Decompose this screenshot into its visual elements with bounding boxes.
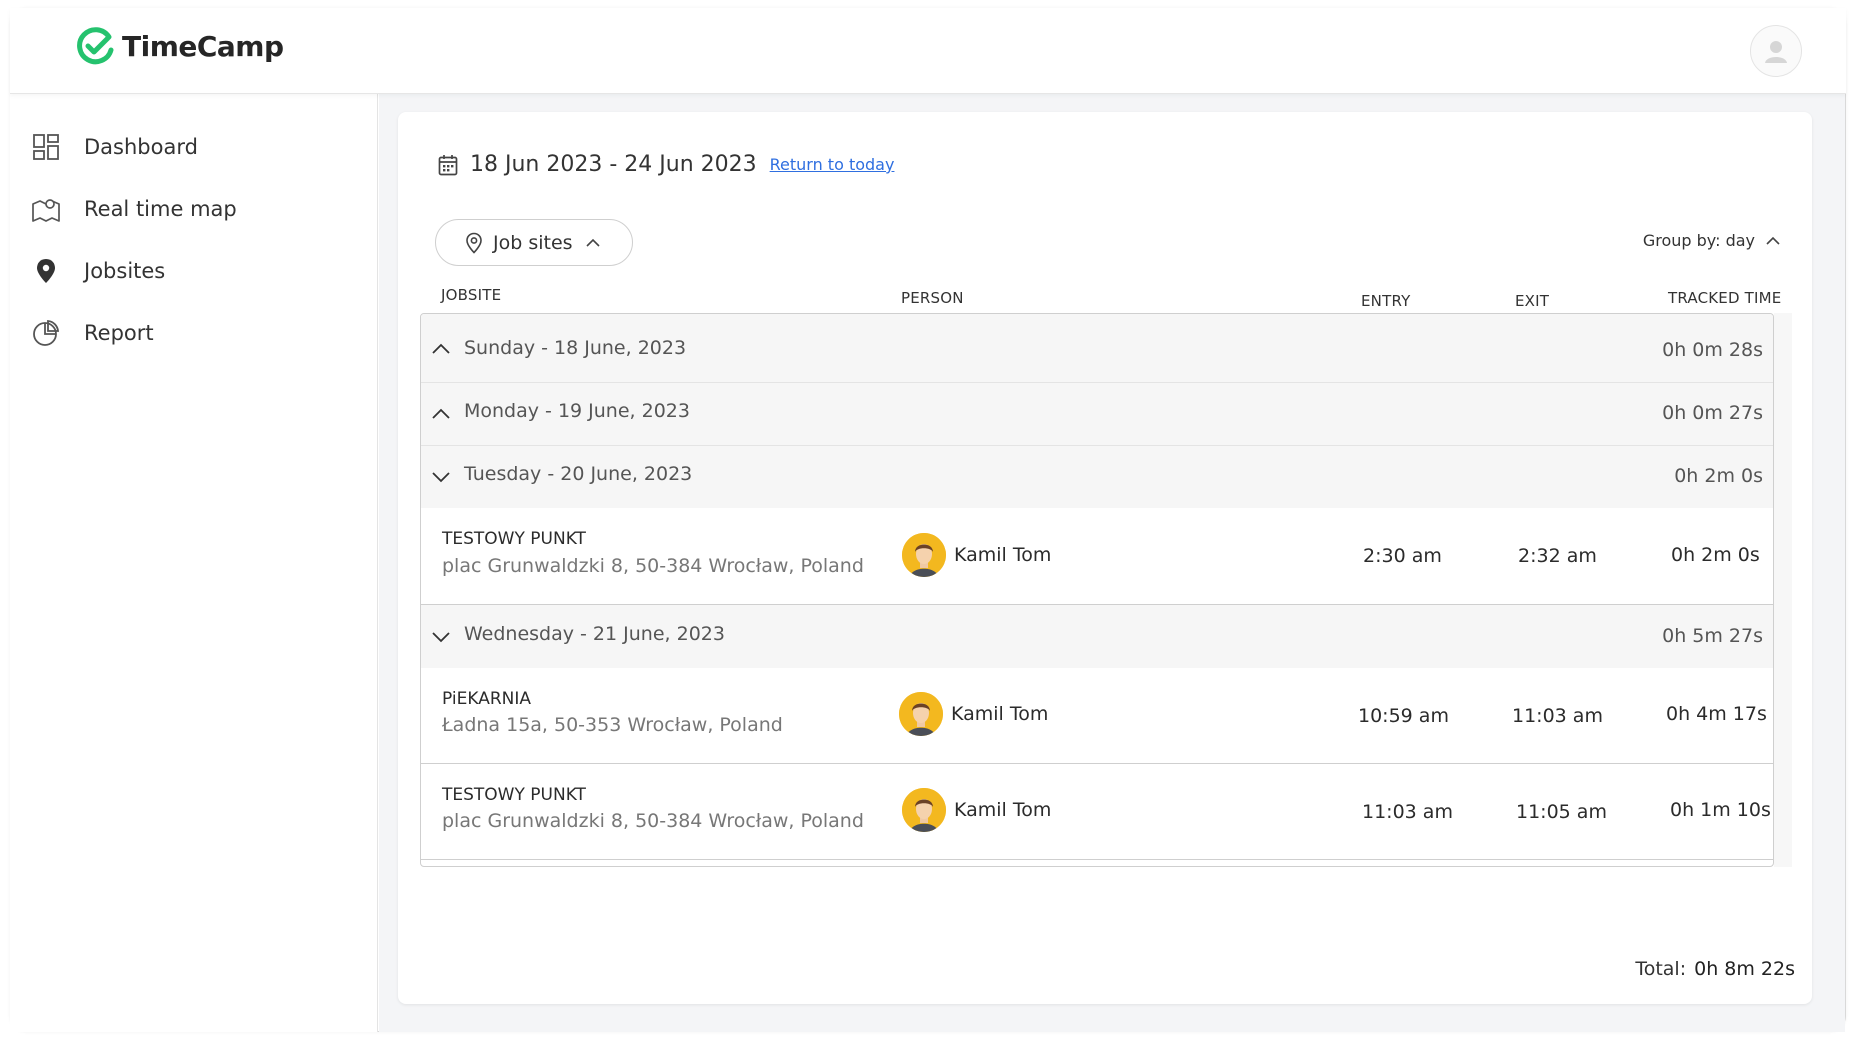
day-group-header[interactable]: Monday - 19 June, 2023 0h 0m 27s (421, 383, 1773, 446)
location-pin-icon (30, 255, 62, 287)
day-label: Sunday - 18 June, 2023 (464, 337, 687, 359)
person-name: Kamil Tom (954, 799, 1052, 821)
sidebar: Dashboard Real time map Jobsites Report (10, 94, 378, 1032)
chevron-up-icon (432, 408, 450, 419)
user-avatar-button[interactable] (1750, 25, 1802, 77)
total-summary: Total: 0h 8m 22s (1635, 958, 1795, 980)
table-row[interactable]: TESTOWY PUNKT plac Grunwaldzki 8, 50-384… (421, 764, 1773, 860)
day-total: 0h 2m 0s (1674, 465, 1763, 487)
entry-time: 10:59 am (1358, 705, 1449, 727)
tracked-time: 0h 1m 10s (1670, 799, 1771, 821)
sidebar-item-label: Dashboard (84, 135, 198, 159)
dashboard-grid-icon (30, 131, 62, 163)
date-range-text[interactable]: 18 Jun 2023 - 24 Jun 2023 (470, 152, 757, 177)
entry-time: 11:03 am (1362, 801, 1453, 823)
person-cell: Kamil Tom (902, 788, 1051, 832)
day-group-header[interactable]: Sunday - 18 June, 2023 0h 0m 28s (421, 314, 1773, 383)
sidebar-item-dashboard[interactable]: Dashboard (30, 125, 350, 169)
jobsite-name: TESTOWY PUNKT (442, 785, 586, 805)
jobsite-name: PiEKARNIA (442, 689, 531, 709)
tracked-time: 0h 2m 0s (1671, 544, 1760, 566)
person-name: Kamil Tom (951, 703, 1049, 725)
sidebar-item-jobsites[interactable]: Jobsites (30, 249, 350, 293)
day-label: Wednesday - 21 June, 2023 (464, 623, 725, 645)
person-cell: Kamil Tom (899, 692, 1048, 736)
day-label: Monday - 19 June, 2023 (464, 400, 690, 422)
column-header-tracked-time: TRACKED TIME (1668, 289, 1782, 307)
logo-check-icon (77, 27, 114, 65)
chevron-down-icon (432, 472, 450, 483)
group-by-label: Group by: day (1642, 231, 1755, 250)
day-group-header[interactable]: Tuesday - 20 June, 2023 0h 2m 0s (421, 446, 1773, 508)
chevron-up-icon (432, 343, 450, 354)
total-label: Total: (1635, 958, 1687, 980)
logo-text: TimeCamp (122, 29, 284, 63)
job-sites-filter-button[interactable]: Job sites (435, 219, 633, 266)
person-cell: Kamil Tom (902, 533, 1051, 577)
map-icon (30, 193, 62, 225)
day-total: 0h 0m 27s (1662, 402, 1763, 424)
table-scrollbar[interactable] (1774, 313, 1792, 867)
day-total: 0h 0m 28s (1662, 339, 1763, 361)
person-avatar (902, 533, 946, 577)
sidebar-item-label: Real time map (84, 197, 237, 221)
day-group-header[interactable]: Wednesday - 21 June, 2023 0h 5m 27s (421, 605, 1773, 668)
chevron-up-icon (1766, 236, 1780, 245)
date-range: 18 Jun 2023 - 24 Jun 2023 Return to toda… (438, 152, 894, 177)
person-name: Kamil Tom (954, 544, 1052, 566)
pie-chart-icon (30, 317, 62, 349)
column-header-person: PERSON (901, 289, 964, 307)
sidebar-item-real-time-map[interactable]: Real time map (30, 187, 350, 231)
jobsite-address: plac Grunwaldzki 8, 50-384 Wrocław, Pola… (442, 555, 864, 577)
sidebar-item-report[interactable]: Report (30, 311, 350, 355)
chevron-down-icon (432, 632, 450, 643)
day-total: 0h 5m 27s (1662, 625, 1763, 647)
sidebar-item-label: Jobsites (84, 259, 166, 283)
column-header-jobsite: JOBSITE (441, 286, 502, 304)
top-bar: TimeCamp (10, 8, 1846, 94)
return-to-today-link[interactable]: Return to today (770, 155, 895, 174)
tracked-time: 0h 4m 17s (1666, 703, 1767, 725)
person-avatar (902, 788, 946, 832)
person-avatar (899, 692, 943, 736)
jobsite-address: Ładna 15a, 50-353 Wrocław, Poland (442, 714, 783, 736)
column-header-entry: ENTRY (1361, 292, 1411, 310)
exit-time: 11:03 am (1512, 705, 1603, 727)
table-row[interactable]: PiEKARNIA Ładna 15a, 50-353 Wrocław, Pol… (421, 668, 1773, 764)
exit-time: 2:32 am (1518, 545, 1597, 567)
group-by-dropdown[interactable]: Group by: day (1643, 231, 1781, 250)
jobsite-address: plac Grunwaldzki 8, 50-384 Wrocław, Pola… (442, 810, 864, 832)
filter-label: Job sites (493, 231, 573, 254)
table-row[interactable]: TESTOWY PUNKT plac Grunwaldzki 8, 50-384… (421, 508, 1773, 605)
user-icon (1765, 41, 1787, 63)
total-value: 0h 8m 22s (1694, 958, 1795, 980)
day-label: Tuesday - 20 June, 2023 (464, 463, 693, 485)
sidebar-item-label: Report (84, 321, 154, 345)
report-table: Sunday - 18 June, 2023 0h 0m 28s Monday … (420, 313, 1774, 867)
column-header-exit: EXIT (1515, 292, 1550, 310)
calendar-icon (438, 154, 458, 175)
chevron-up-icon (585, 238, 600, 247)
location-pin-outline-icon (466, 232, 482, 254)
exit-time: 11:05 am (1516, 801, 1607, 823)
timecamp-logo[interactable]: TimeCamp (76, 26, 284, 66)
entry-time: 2:30 am (1363, 545, 1442, 567)
jobsite-name: TESTOWY PUNKT (442, 529, 586, 549)
